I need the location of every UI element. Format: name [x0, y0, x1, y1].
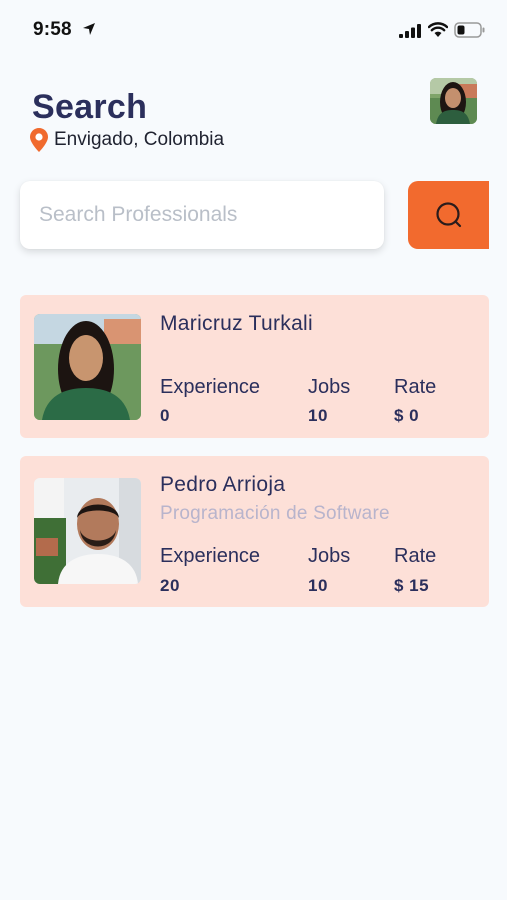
experience-label: Experience [160, 376, 261, 398]
jobs-value: 10 [308, 406, 328, 425]
signal-icon [399, 24, 421, 38]
rate-label: Rate [394, 376, 437, 398]
rate-value: $ 0 [394, 406, 420, 425]
rate-label: Rate [394, 545, 437, 567]
location-row[interactable]: Envigado, Colombia [30, 127, 224, 153]
professional-card[interactable]: Pedro Arrioja Programación de Software E… [20, 456, 489, 607]
experience-label: Experience [160, 545, 261, 567]
search-input[interactable] [20, 181, 384, 249]
professional-photo [34, 314, 141, 420]
search-icon [435, 202, 461, 228]
battery-icon [454, 22, 485, 38]
experience-value: 20 [160, 576, 180, 595]
avatar-photo [430, 78, 477, 124]
status-bar: 9:58 [0, 0, 507, 60]
rate-value: $ 15 [394, 576, 430, 595]
location-arrow-icon [83, 23, 95, 35]
professional-card[interactable]: Maricruz Turkali Experience Jobs Rate 0 … [20, 295, 489, 438]
jobs-value: 10 [308, 576, 328, 595]
professional-name: Maricruz Turkali [160, 312, 313, 335]
page-title: Search [32, 88, 148, 126]
professional-name: Pedro Arrioja [160, 473, 286, 496]
search-button[interactable] [408, 181, 489, 249]
jobs-label: Jobs [308, 376, 351, 398]
experience-value: 0 [160, 406, 170, 425]
map-pin-icon [30, 128, 48, 152]
wifi-icon [428, 22, 448, 37]
user-avatar[interactable] [430, 78, 477, 124]
status-time: 9:58 [33, 19, 72, 40]
jobs-label: Jobs [308, 545, 351, 567]
location-label: Envigado, Colombia [54, 129, 225, 150]
professional-specialty: Programación de Software [160, 503, 390, 524]
professional-photo [34, 478, 141, 584]
